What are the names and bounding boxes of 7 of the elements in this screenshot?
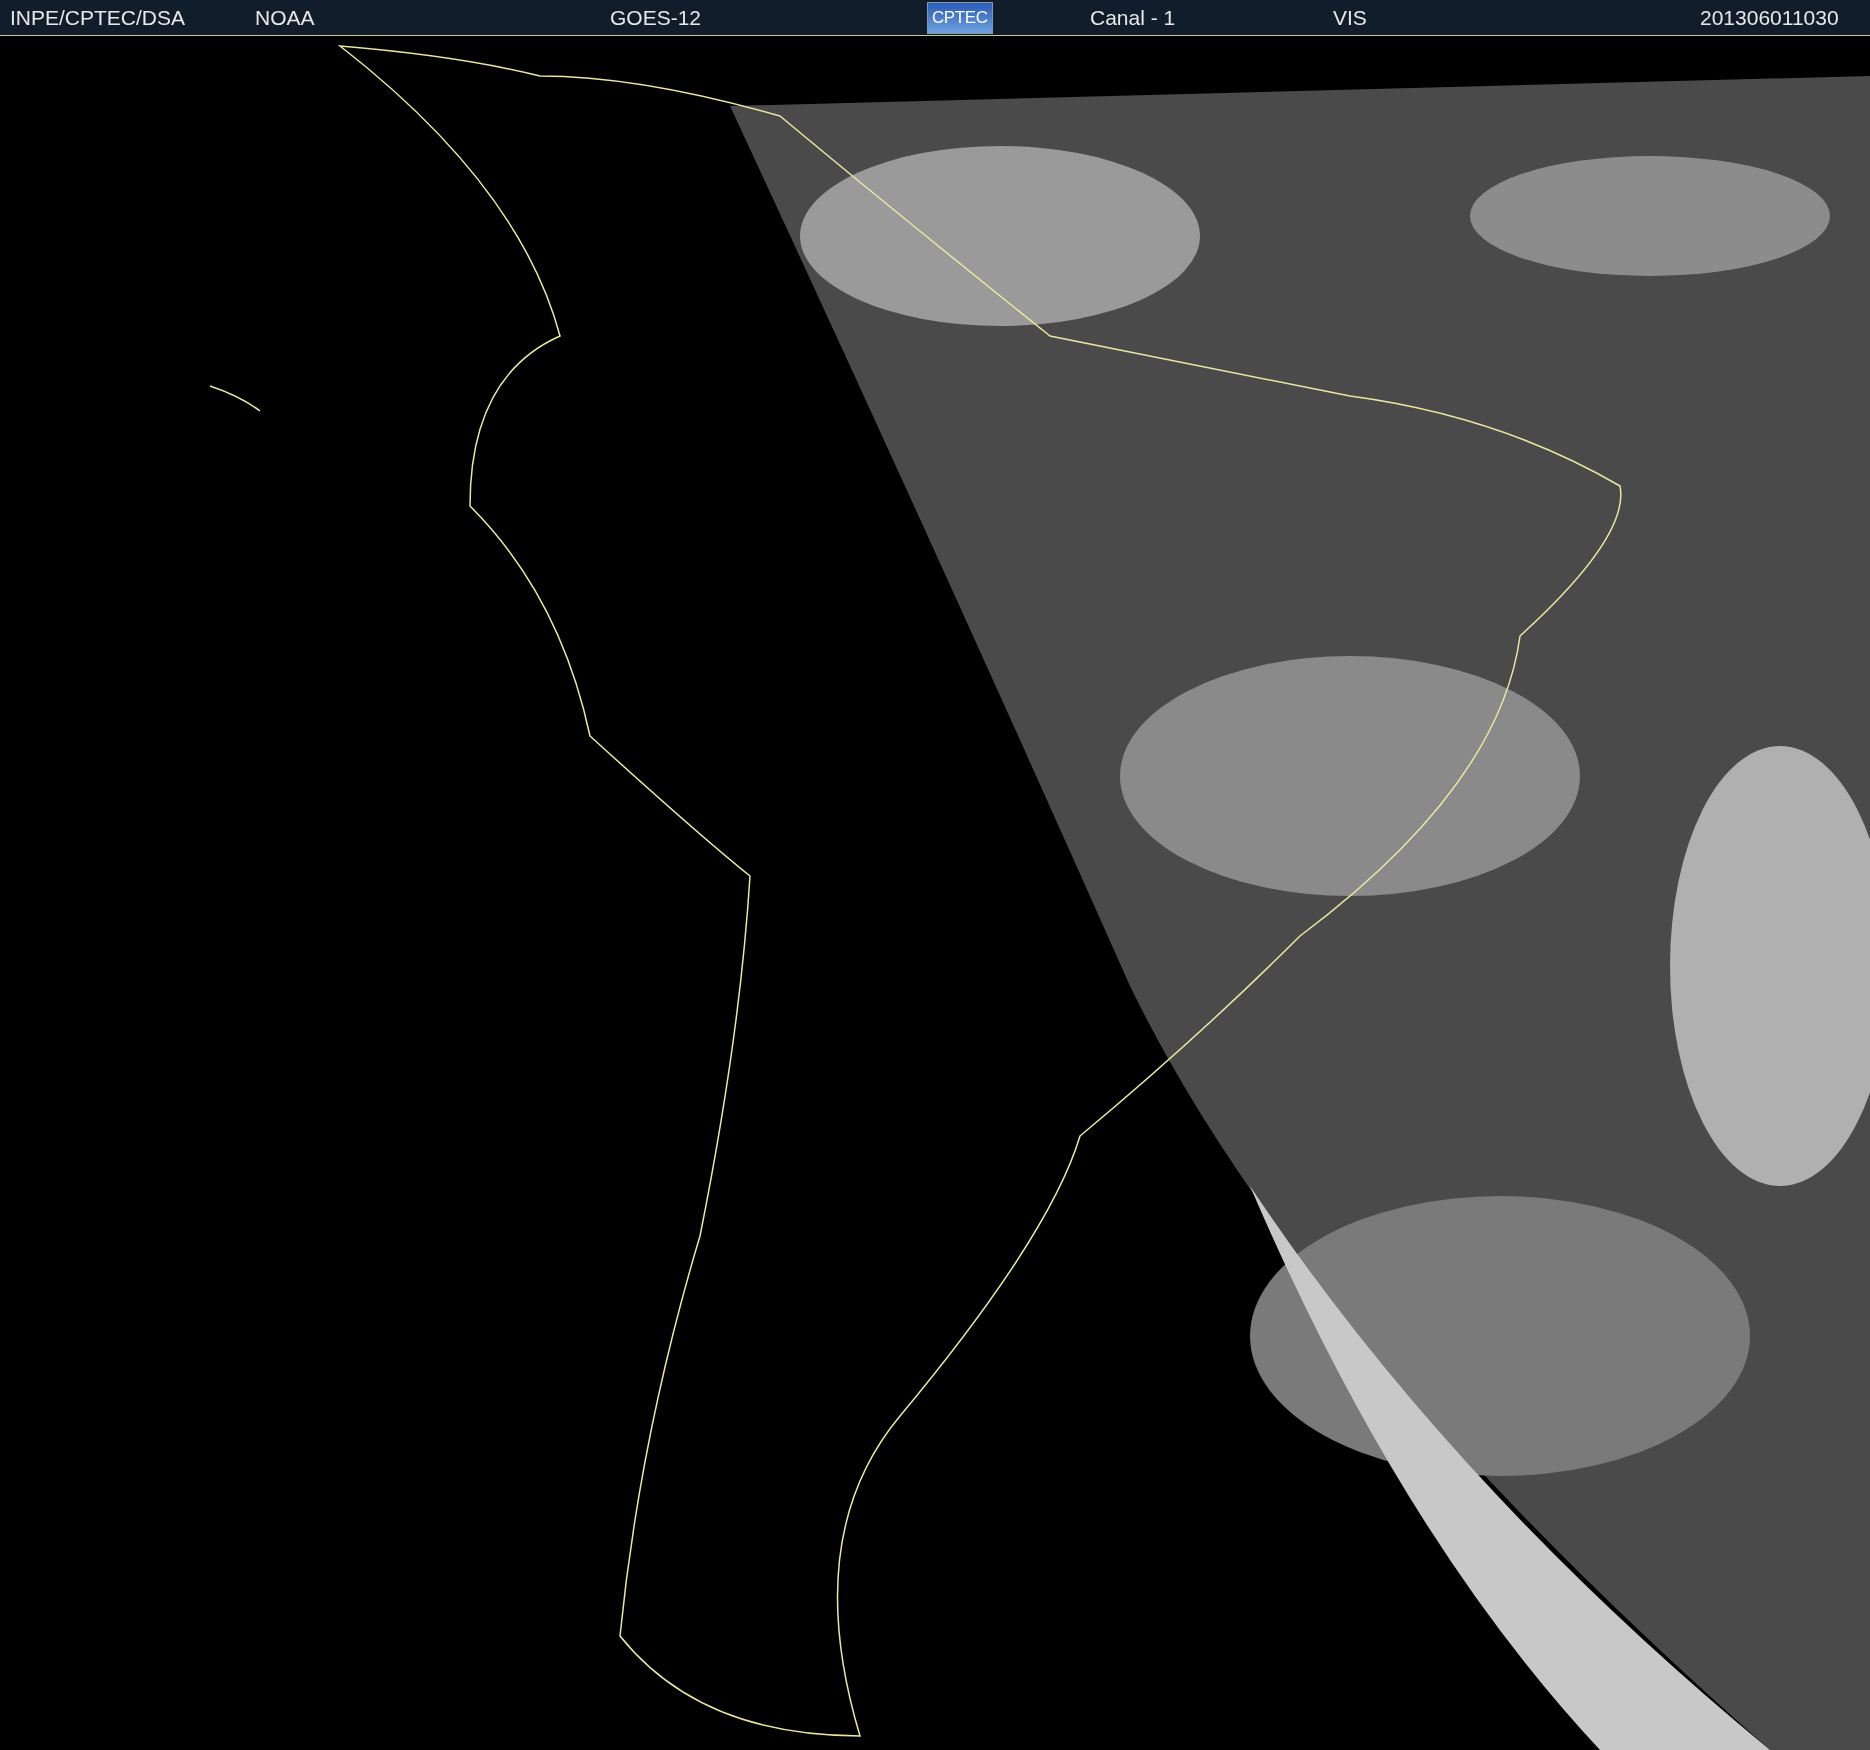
logo-badge: CPTEC [927, 1, 993, 34]
header-label: 201306011030 [1700, 4, 1839, 31]
header-label: NOAA [255, 4, 315, 31]
header-label: INPE/CPTEC/DSA [10, 4, 186, 31]
header-label: Canal - 1 [1090, 4, 1176, 31]
header-label: GOES-12 [610, 4, 702, 31]
header-label: VIS [1333, 4, 1367, 31]
